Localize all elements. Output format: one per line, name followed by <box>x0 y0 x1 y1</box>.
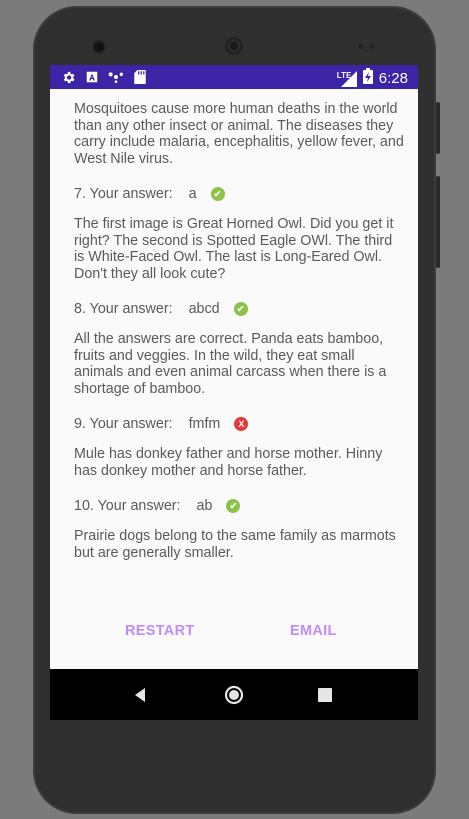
answer-row: 10. Your answer: ab ✔ <box>74 496 404 516</box>
explanation-text: All the answers are correct. Panda eats … <box>74 331 387 397</box>
home-button[interactable] <box>209 669 259 720</box>
proximity-sensor <box>358 44 363 49</box>
incorrect-x-icon: X <box>234 417 249 431</box>
back-icon <box>135 687 145 702</box>
recents-icon <box>318 687 332 702</box>
answer-label: 8. Your answer: <box>74 300 173 317</box>
button-bar: RESTART EMAIL <box>50 623 418 647</box>
answer-value: fmfm <box>188 415 221 432</box>
sd-card-icon <box>132 69 148 85</box>
power-button <box>436 102 440 154</box>
navigation-bar <box>50 669 418 720</box>
explanation-text: The first image is Great Horned Owl. Did… <box>74 216 394 282</box>
status-bar: LTE 6:28 <box>50 65 418 89</box>
answer-row: 9. Your answer: fmfm X <box>74 414 404 434</box>
email-button[interactable]: EMAIL <box>290 623 337 639</box>
front-camera <box>94 42 104 52</box>
recents-button[interactable] <box>300 669 350 720</box>
answer-label: 7. Your answer: <box>74 185 173 202</box>
app-screen: LTE 6:28 Mosquitoes cause more human dea… <box>50 65 418 720</box>
answer-label: 10. Your answer: <box>74 497 181 514</box>
home-icon <box>224 685 244 704</box>
answer-value: a <box>188 185 197 202</box>
cast-icon <box>108 69 124 85</box>
back-button[interactable] <box>116 669 166 720</box>
earpiece-speaker <box>224 36 244 56</box>
light-sensor <box>370 44 375 49</box>
lte-icon: LTE <box>337 70 357 87</box>
accessibility-icon <box>84 69 100 85</box>
explanation-text: Prairie dogs belong to the same family a… <box>74 528 396 561</box>
answer-value: abcd <box>188 300 220 317</box>
results-list: Mosquitoes cause more human deaths in th… <box>74 89 404 561</box>
answer-row: 8. Your answer: abcd ✔ <box>74 299 404 319</box>
settings-icon <box>60 69 76 85</box>
correct-check-icon: ✔ <box>226 499 241 513</box>
answer-row: 7. Your answer: a ✔ <box>74 184 404 204</box>
correct-check-icon: ✔ <box>210 187 225 201</box>
battery-icon <box>362 68 373 89</box>
clock: 6:28 <box>378 70 408 87</box>
restart-button[interactable]: RESTART <box>125 623 195 639</box>
correct-check-icon: ✔ <box>233 302 248 316</box>
explanation-text: Mule has donkey father and horse mother.… <box>74 446 383 479</box>
volume-button <box>436 176 440 268</box>
answer-label: 9. Your answer: <box>74 415 173 432</box>
explanation-text: Mosquitoes cause more human deaths in th… <box>74 101 404 167</box>
answer-value: ab <box>196 497 213 514</box>
